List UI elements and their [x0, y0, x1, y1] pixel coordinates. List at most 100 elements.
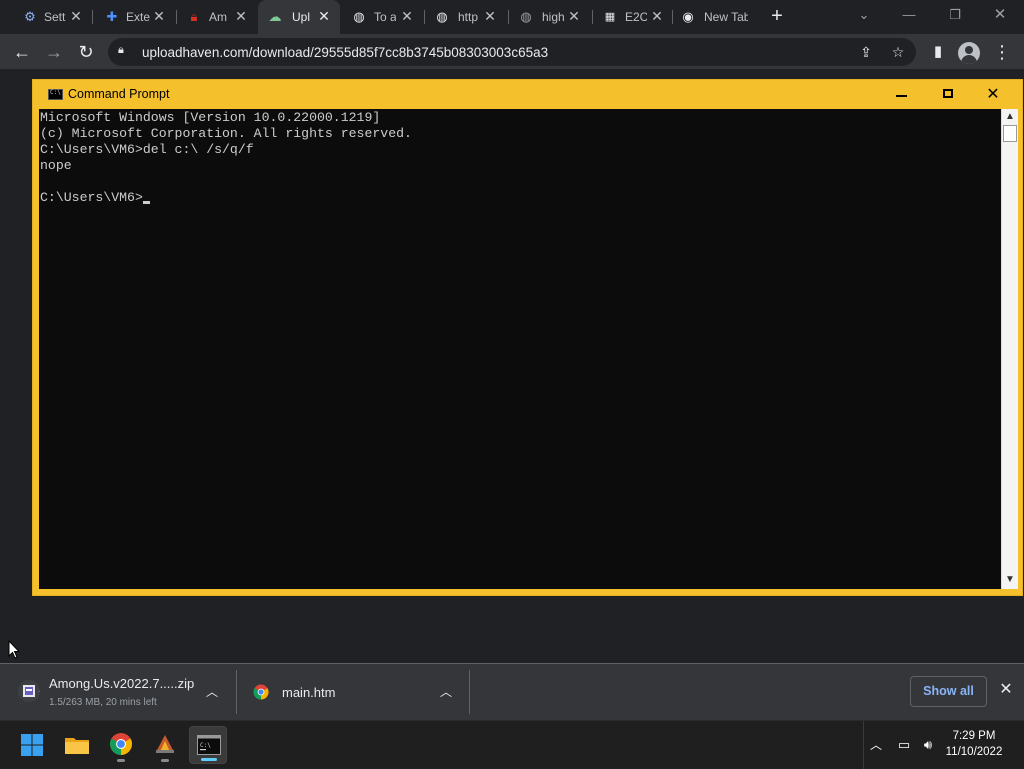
tab-high[interactable]: ◍ high ✕	[510, 0, 592, 34]
download-filename: main.htm	[282, 685, 336, 700]
tab-title: E2C	[625, 10, 647, 24]
cmd-line: nope	[40, 158, 72, 173]
share-icon[interactable]: ⇪	[856, 42, 876, 62]
cmd-console-output[interactable]: Microsoft Windows [Version 10.0.22000.12…	[39, 109, 1001, 589]
zip-file-icon	[18, 680, 40, 702]
taskbar-chrome[interactable]	[102, 726, 140, 764]
app-icon	[156, 735, 174, 753]
cmd-line: C:\Users\VM6>del c:\ /s/q/f	[40, 142, 254, 157]
tab-extensions[interactable]: ✚ Exte ✕	[94, 0, 176, 34]
chevron-up-icon[interactable]: ︿	[438, 684, 454, 700]
new-tab-button[interactable]: +	[766, 6, 788, 28]
scroll-down-icon[interactable]: ▼	[1002, 572, 1018, 588]
download-item-htm[interactable]: main.htm ︿	[237, 664, 469, 721]
cmd-app-icon	[48, 89, 63, 100]
cmd-prompt-line: C:\Users\VM6>	[40, 190, 143, 205]
tab-separator	[508, 10, 509, 24]
running-indicator	[161, 759, 169, 762]
taskbar-command-prompt[interactable]: C:\	[189, 726, 227, 764]
running-indicator	[201, 758, 217, 761]
windows-start-icon	[21, 734, 43, 756]
browser-toolbar: ← → ↻ 🔒︎ uploadhaven.com/download/29555d…	[0, 34, 1024, 70]
tab-e2c[interactable]: ▦ E2C ✕	[594, 0, 672, 34]
tab-am[interactable]: 🔒︎ Am ✕	[178, 0, 258, 34]
cloud-icon: ☁	[268, 9, 282, 24]
text-cursor	[142, 201, 150, 204]
side-panel-icon[interactable]: ▮	[926, 40, 950, 64]
address-bar[interactable]: 🔒︎ uploadhaven.com/download/29555d85f7cc…	[108, 38, 916, 66]
tab-separator	[592, 10, 593, 24]
download-item-zip[interactable]: Among.Us.v2022.7.....zip 1.5/263 MB, 20 …	[0, 664, 236, 721]
file-explorer-icon	[65, 738, 89, 754]
tab-close-icon[interactable]: ✕	[151, 8, 167, 24]
svg-text:C:\: C:\	[200, 742, 211, 749]
tab-separator	[672, 10, 673, 24]
cmd-close-button[interactable]: ✕	[970, 80, 1016, 109]
minimize-icon[interactable]: —	[895, 4, 923, 26]
chrome-icon	[110, 733, 132, 755]
scrollbar-thumb[interactable]	[1003, 125, 1017, 142]
cmd-scrollbar[interactable]: ▲ ▼	[1001, 109, 1018, 589]
cmd-maximize-button[interactable]	[925, 80, 971, 109]
url-text[interactable]: uploadhaven.com/download/29555d85f7cc8b3…	[142, 45, 548, 60]
tab-title: New Tab	[704, 10, 748, 24]
close-window-icon[interactable]: ✕	[986, 4, 1014, 26]
reload-button[interactable]: ↻	[74, 40, 98, 64]
tab-close-icon[interactable]: ✕	[649, 8, 665, 24]
cmd-minimize-button[interactable]	[879, 80, 925, 109]
tab-close-icon[interactable]: ✕	[566, 8, 582, 24]
clock-date[interactable]: 11/10/2022	[940, 746, 1008, 758]
cmd-line: Microsoft Windows [Version 10.0.22000.12…	[40, 110, 381, 125]
back-button[interactable]: ←	[10, 40, 34, 64]
show-hidden-icons-icon[interactable]: ︿	[866, 735, 886, 755]
tray-separator	[863, 721, 864, 769]
tab-to-a[interactable]: ◍ To a ✕	[342, 0, 424, 34]
taskbar-app[interactable]	[146, 726, 184, 764]
tab-close-icon[interactable]: ✕	[316, 8, 332, 24]
tab-close-icon[interactable]: ✕	[399, 8, 415, 24]
download-status: 1.5/263 MB, 20 mins left	[49, 697, 157, 708]
forward-button[interactable]: →	[42, 40, 66, 64]
windows-taskbar: C:\ ︿ ▭ 🔊︎ 7:29 PM 11/10/2022	[0, 720, 1024, 769]
network-icon[interactable]: ▭	[894, 735, 914, 755]
tab-title: Am	[209, 10, 227, 24]
globe-icon: ◍	[436, 9, 448, 24]
globe-icon: ◍	[353, 9, 365, 24]
download-divider	[469, 670, 470, 714]
menu-dots-icon[interactable]: ⋮	[990, 40, 1014, 64]
tab-new-tab[interactable]: ◉ New Tab	[674, 0, 760, 34]
tab-http[interactable]: ◍ http ✕	[426, 0, 508, 34]
tab-title: To a	[374, 10, 396, 24]
tab-settings[interactable]: ⚙ Setti ✕	[8, 0, 92, 34]
show-all-button[interactable]: Show all	[910, 676, 987, 707]
volume-icon[interactable]: 🔊︎	[918, 735, 938, 755]
cmd-console-text: Microsoft Windows [Version 10.0.22000.12…	[40, 110, 412, 206]
tab-uploadhaven[interactable]: ☁ Upl ✕	[258, 0, 340, 34]
cmd-title: Command Prompt	[68, 87, 170, 101]
tab-close-icon[interactable]: ✕	[68, 8, 84, 24]
tab-search-icon[interactable]: ⌄	[850, 4, 878, 26]
cmd-title-bar[interactable]: Command Prompt ✕	[33, 80, 1022, 109]
globe-icon: ◍	[520, 9, 532, 24]
profile-avatar[interactable]	[958, 42, 980, 64]
tab-title: http	[458, 10, 479, 24]
cmd-line: (c) Microsoft Corporation. All rights re…	[40, 126, 412, 141]
tab-close-icon[interactable]: ✕	[233, 8, 249, 24]
chevron-up-icon[interactable]: ︿	[204, 684, 220, 700]
download-shelf: Among.Us.v2022.7.....zip 1.5/263 MB, 20 …	[0, 663, 1024, 720]
tab-separator	[92, 10, 93, 24]
restore-icon[interactable]: ❐	[941, 4, 969, 26]
scroll-up-icon[interactable]: ▲	[1002, 109, 1018, 125]
clock-time[interactable]: 7:29 PM	[940, 730, 1008, 742]
tab-title: Exte	[126, 10, 150, 24]
command-prompt-window[interactable]: Command Prompt ✕ Microsoft Windows [Vers…	[32, 79, 1023, 596]
bookmark-star-icon[interactable]: ☆	[888, 42, 908, 62]
tab-title: Setti	[44, 10, 66, 24]
gear-icon: ⚙	[24, 9, 36, 24]
mouse-cursor-icon	[8, 640, 20, 659]
close-download-bar-icon[interactable]: ✕	[996, 680, 1016, 700]
start-button[interactable]	[13, 726, 51, 764]
tab-close-icon[interactable]: ✕	[482, 8, 498, 24]
taskbar-file-explorer[interactable]	[58, 726, 96, 764]
lock-icon[interactable]: 🔒︎	[118, 44, 132, 58]
